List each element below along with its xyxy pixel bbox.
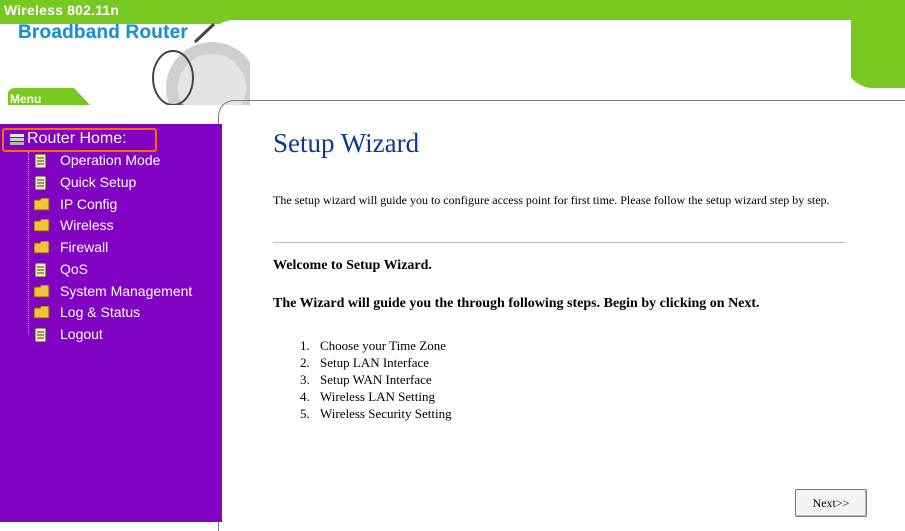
tree-connector bbox=[28, 152, 29, 334]
brand-line-1: Wireless 802.11n bbox=[4, 2, 120, 18]
header: Wireless 802.11n Broadband Router Menu bbox=[0, 0, 905, 105]
welcome-heading: Welcome to Setup Wizard. bbox=[273, 258, 432, 273]
folder-icon bbox=[34, 219, 50, 232]
list-item: 2. Setup LAN Interface bbox=[300, 355, 430, 370]
router-home-label[interactable]: Router Home: bbox=[27, 130, 127, 148]
sidebar-item-label: IP Config bbox=[60, 196, 118, 212]
page-icon bbox=[34, 176, 47, 190]
sidebar-item-label: Log & Status bbox=[60, 304, 141, 320]
step-label: Wireless LAN Setting bbox=[320, 389, 436, 404]
sidebar-item-label: System Management bbox=[60, 283, 193, 299]
sidebar-item-label: Logout bbox=[60, 326, 103, 342]
list-item: 1. Choose your Time Zone bbox=[300, 338, 447, 353]
page-title: Setup Wizard bbox=[273, 128, 420, 158]
folder-icon bbox=[34, 306, 50, 319]
page-icon bbox=[34, 263, 47, 277]
brand-line-2: Broadband Router bbox=[18, 22, 188, 43]
guide-text: The Wizard will guide you the through fo… bbox=[273, 296, 760, 311]
header-white-panel bbox=[206, 20, 851, 90]
sidebar-item-label: Quick Setup bbox=[60, 174, 137, 190]
list-item: 5. Wireless Security Setting bbox=[300, 406, 452, 421]
folder-icon bbox=[34, 241, 50, 254]
sidebar-item-label: QoS bbox=[60, 261, 89, 277]
header-green-accent bbox=[845, 0, 905, 88]
sidebar-item-label: Firewall bbox=[60, 239, 109, 255]
intro-text: The setup wizard will guide you to confi… bbox=[273, 193, 830, 207]
steps-list: 1. Choose your Time Zone 2. Setup LAN Inte… bbox=[300, 337, 452, 422]
page-icon bbox=[34, 328, 47, 342]
sidebar-item-label: Wireless bbox=[60, 217, 114, 233]
stack-icon bbox=[10, 134, 24, 145]
folder-icon bbox=[34, 198, 50, 211]
list-item: 3. Setup WAN Interface bbox=[300, 372, 432, 387]
list-item: 4. Wireless LAN Setting bbox=[300, 389, 436, 404]
step-label: Wireless Security Setting bbox=[320, 406, 452, 421]
menu-tab-label: Menu bbox=[10, 92, 42, 105]
divider bbox=[273, 242, 845, 243]
sidebar-item-label: Operation Mode bbox=[60, 152, 161, 168]
step-label: Setup WAN Interface bbox=[320, 372, 432, 387]
step-label: Choose your Time Zone bbox=[320, 338, 447, 353]
next-button[interactable]: Next>> bbox=[795, 489, 867, 517]
page-icon bbox=[34, 154, 47, 168]
step-label: Setup LAN Interface bbox=[320, 355, 430, 370]
folder-icon bbox=[34, 285, 50, 298]
content-frame bbox=[218, 100, 905, 531]
